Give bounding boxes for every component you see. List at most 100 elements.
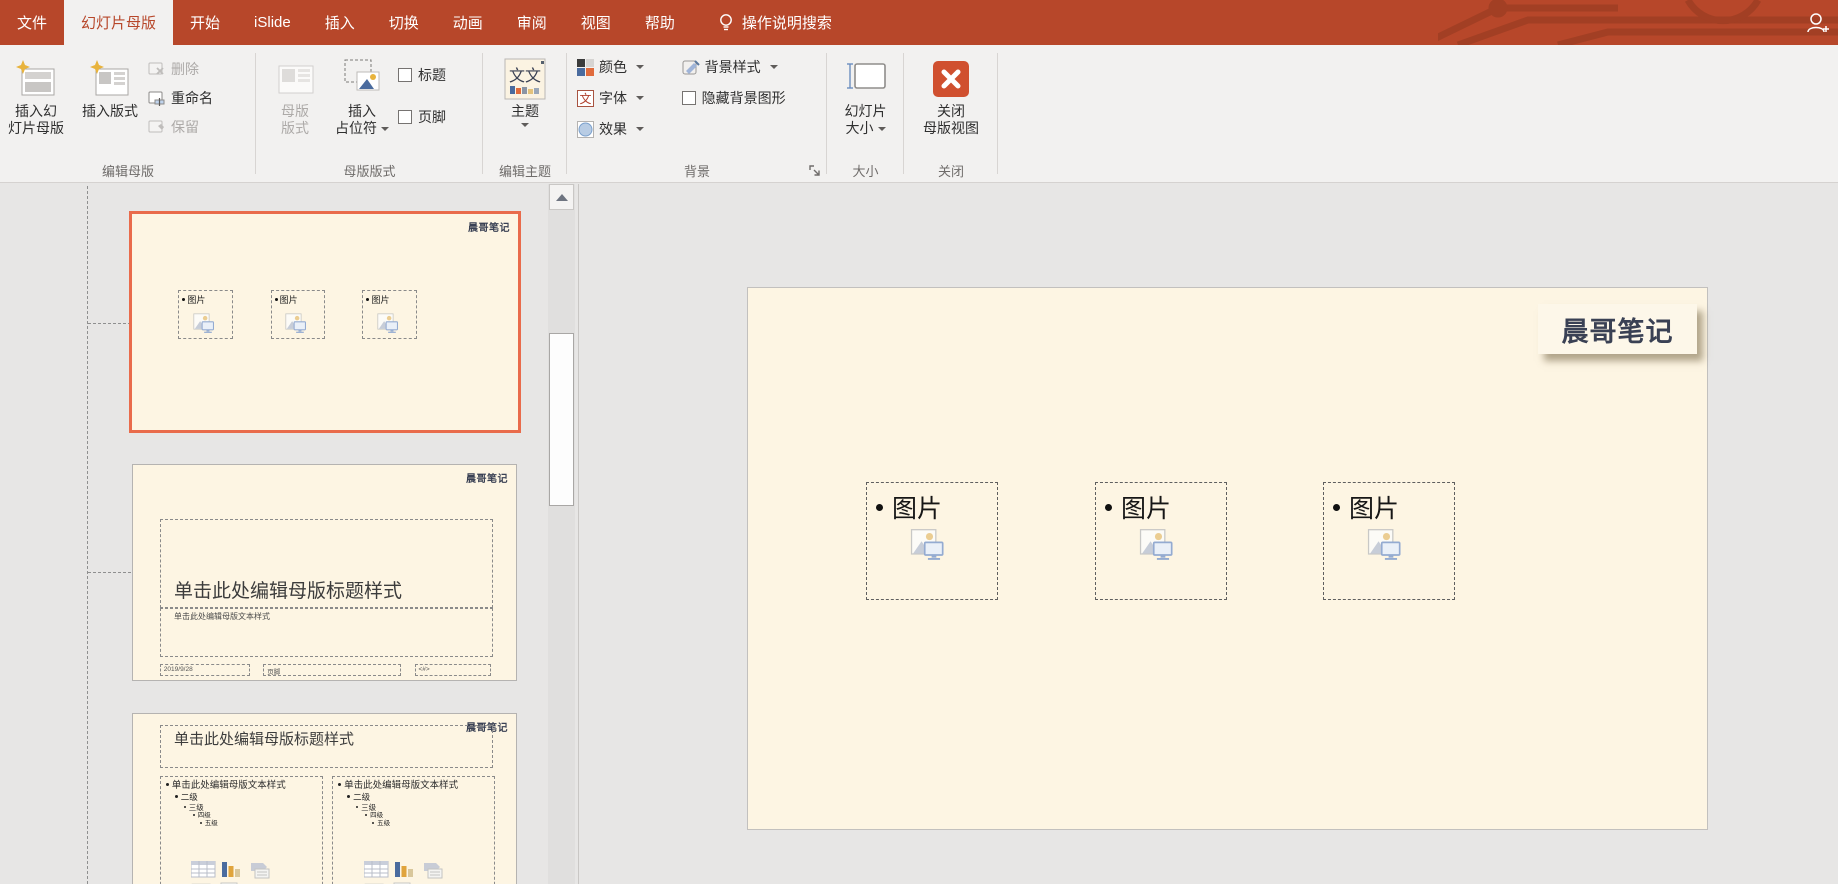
tab-review[interactable]: 审阅 bbox=[500, 0, 564, 45]
mini-subtitle-placeholder: 单击此处编辑母版文本样式 bbox=[159, 607, 493, 658]
sign-in-person-icon[interactable] bbox=[1804, 10, 1830, 36]
brand-text: 晨哥笔记 bbox=[468, 223, 510, 234]
mini-title-placeholder: 单击此处编辑母版标题样式 bbox=[159, 518, 493, 608]
bullet-icon bbox=[366, 297, 370, 301]
content-placeholder-icons bbox=[364, 861, 464, 884]
picture-placeholder-3[interactable]: 图片 bbox=[1323, 482, 1455, 600]
thumbnail-title-layout[interactable]: 晨哥笔记 单击此处编辑母版标题样式 单击此处编辑母版文本样式 2019/9/28… bbox=[132, 464, 517, 681]
svg-text:文文: 文文 bbox=[509, 67, 541, 85]
picture-placeholder-2[interactable]: 图片 bbox=[1095, 482, 1227, 600]
bullet-icon bbox=[347, 795, 351, 799]
picture-placeholder-icon bbox=[1367, 528, 1401, 561]
ribbon: 插入幻 灯片母版 插入版式 删除 重命名 保留 编辑母版 母版 版式 插入 占位… bbox=[0, 45, 1838, 183]
tab-file[interactable]: 文件 bbox=[0, 0, 64, 45]
brand-label[interactable]: 晨哥笔记 bbox=[1538, 304, 1697, 354]
delete-icon bbox=[148, 62, 164, 75]
bullet-icon bbox=[199, 821, 202, 824]
fonts-button[interactable]: 文 字体 bbox=[577, 88, 682, 108]
tab-help[interactable]: 帮助 bbox=[628, 0, 692, 45]
thumbnail-pane: 晨哥笔记 图片 图片 图片 晨哥笔记 单击此处编辑母版标题样式 单击此处编辑母版… bbox=[0, 184, 548, 884]
bullet-icon bbox=[274, 297, 278, 301]
mini-content-placeholder: 单击此处编辑母版文本样式 二级 三级 四级 五级 bbox=[159, 776, 323, 884]
insert-slide-master-button[interactable]: 插入幻 灯片母版 bbox=[0, 51, 72, 160]
dropdown-arrow-icon bbox=[636, 96, 644, 100]
connector-branch bbox=[88, 572, 131, 573]
background-styles-icon bbox=[682, 59, 700, 74]
group-label-edit-theme: 编辑主题 bbox=[498, 164, 551, 179]
tab-transitions[interactable]: 切换 bbox=[372, 0, 436, 45]
checkbox-unchecked-icon bbox=[681, 91, 696, 105]
dropdown-arrow-icon bbox=[877, 127, 886, 132]
group-label-background: 背景 bbox=[683, 164, 710, 179]
master-layout-button[interactable]: 母版 版式 bbox=[264, 51, 326, 160]
insert-placeholder-button[interactable]: 插入 占位符 bbox=[326, 51, 398, 160]
bullet-icon bbox=[192, 813, 195, 816]
mini-date-placeholder: 2019/9/28 bbox=[159, 663, 250, 676]
lightbulb-icon bbox=[719, 13, 732, 30]
picture-placeholder-icon bbox=[377, 313, 398, 334]
group-label-master-layout: 母版版式 bbox=[343, 164, 396, 179]
tab-view[interactable]: 视图 bbox=[564, 0, 628, 45]
theme-fonts-icon: 文 bbox=[577, 89, 594, 107]
preserve-pin-icon bbox=[148, 120, 164, 132]
rename-icon bbox=[148, 91, 165, 106]
slide-master-canvas[interactable]: 晨哥笔记 图片 图片 图片 bbox=[747, 287, 1708, 830]
brand-text: 晨哥笔记 bbox=[466, 474, 508, 485]
group-label-size: 大小 bbox=[852, 164, 879, 179]
tab-animations[interactable]: 动画 bbox=[436, 0, 500, 45]
tell-me-search[interactable]: 操作说明搜索 bbox=[718, 0, 832, 45]
preserve-button[interactable]: 保留 bbox=[148, 117, 248, 137]
close-master-view-icon bbox=[929, 55, 973, 103]
picture-placeholder-icon bbox=[910, 528, 944, 561]
picture-placeholder-icon bbox=[192, 313, 214, 334]
circuit-pattern-decoration bbox=[1438, 0, 1838, 45]
content-placeholder-icons bbox=[191, 861, 291, 884]
background-dialog-launcher-icon[interactable] bbox=[809, 165, 822, 178]
tab-islide[interactable]: iSlide bbox=[237, 0, 308, 45]
delete-button[interactable]: 删除 bbox=[148, 59, 248, 79]
scrollbar-thumb[interactable] bbox=[549, 333, 574, 506]
bullet-icon bbox=[356, 805, 359, 808]
dropdown-arrow-icon bbox=[769, 65, 778, 69]
bullet-icon bbox=[372, 821, 375, 824]
effects-button[interactable]: 效果 bbox=[577, 119, 682, 139]
themes-button[interactable]: 文文 主题 bbox=[490, 51, 560, 160]
thumbnail-scrollbar[interactable] bbox=[548, 184, 575, 884]
mini-slidenumber-placeholder: <#> bbox=[414, 663, 492, 676]
checkbox-unchecked-icon bbox=[398, 110, 412, 124]
search-label: 操作说明搜索 bbox=[741, 15, 832, 32]
insert-placeholder-icon bbox=[339, 55, 385, 103]
mini-picture-placeholder: 图片 bbox=[270, 289, 326, 340]
background-styles-button[interactable]: 背景样式 bbox=[682, 57, 827, 77]
theme-effects-icon bbox=[577, 120, 594, 138]
bullet-icon bbox=[365, 813, 368, 816]
master-layout-icon bbox=[274, 55, 316, 103]
insert-layout-button[interactable]: 插入版式 bbox=[72, 51, 148, 160]
footer-checkbox[interactable]: 页脚 bbox=[398, 107, 478, 127]
mini-picture-placeholder: 图片 bbox=[362, 289, 418, 340]
picture-placeholder-1[interactable]: 图片 bbox=[866, 482, 998, 600]
tab-slide-master[interactable]: 幻灯片母版 bbox=[64, 0, 174, 45]
colors-button[interactable]: 颜色 bbox=[577, 57, 682, 77]
insert-layout-icon bbox=[89, 55, 131, 103]
tab-home[interactable]: 开始 bbox=[173, 0, 237, 45]
thumbnail-two-content-layout[interactable]: 晨哥笔记 单击此处编辑母版标题样式 单击此处编辑母版文本样式 二级 三级 四级 … bbox=[132, 713, 517, 884]
slide-size-button[interactable]: 幻灯片 大小 bbox=[831, 51, 901, 160]
mini-picture-placeholder: 图片 bbox=[178, 289, 234, 340]
title-checkbox[interactable]: 标题 bbox=[398, 65, 478, 85]
rename-button[interactable]: 重命名 bbox=[148, 88, 248, 108]
insert-slide-master-icon bbox=[15, 55, 57, 103]
pane-separator bbox=[578, 184, 579, 884]
mini-title-placeholder: 单击此处编辑母版标题样式 bbox=[159, 724, 493, 768]
hide-background-graphics-checkbox[interactable]: 隐藏背景图形 bbox=[681, 88, 827, 108]
group-master-layout: 母版 版式 插入 占位符 标题 页脚 母版版式 bbox=[256, 45, 483, 182]
group-background: 颜色 文 字体 效果 背景样式 隐藏背景图形 背景 bbox=[567, 45, 827, 182]
close-master-view-button[interactable]: 关闭 母版视图 bbox=[907, 51, 995, 160]
mini-footer-placeholder: 页脚 bbox=[263, 663, 402, 676]
scroll-up-button[interactable] bbox=[549, 184, 574, 210]
svg-text:文: 文 bbox=[579, 91, 591, 106]
scroll-up-arrow-icon bbox=[555, 193, 568, 201]
thumbnail-master-picture-layout[interactable]: 晨哥笔记 图片 图片 图片 bbox=[129, 211, 521, 433]
group-edit-master: 插入幻 灯片母版 插入版式 删除 重命名 保留 编辑母版 bbox=[0, 45, 256, 182]
tab-insert[interactable]: 插入 bbox=[308, 0, 372, 45]
